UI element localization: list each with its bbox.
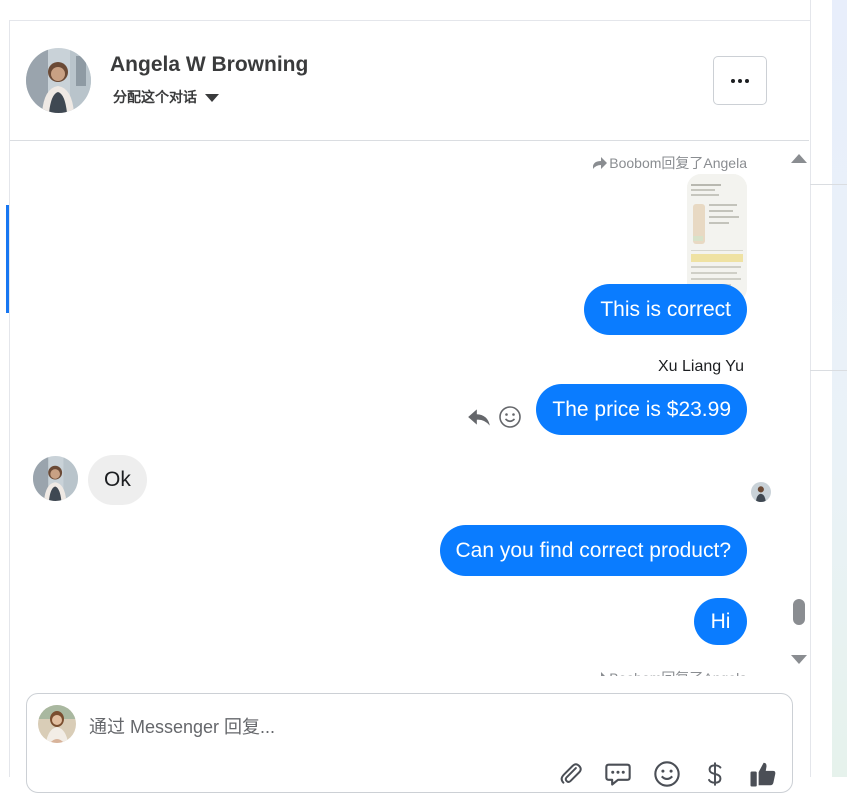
reply-icon[interactable] — [466, 404, 492, 430]
outgoing-message[interactable]: Hi — [694, 598, 747, 645]
assign-label: 分配这个对话 — [113, 89, 197, 105]
contact-avatar-small — [33, 456, 78, 501]
message-text: Ok — [104, 468, 131, 491]
thumbs-up-icon — [750, 762, 776, 787]
scrollbar-thumb[interactable] — [793, 599, 805, 625]
more-icon-dot — [738, 78, 742, 83]
reply-note: Boobom回复了Angela — [592, 153, 747, 173]
message-text: Hi — [710, 609, 731, 633]
reply-note-text: Boobom回复了Angela — [609, 155, 747, 171]
paperclip-icon — [560, 763, 582, 784]
outgoing-message[interactable]: This is correct — [584, 284, 747, 335]
payment-button[interactable] — [699, 758, 731, 790]
contact-avatar[interactable] — [26, 48, 91, 113]
contact-name: Angela W Browning — [110, 53, 309, 76]
right-panel-divider — [810, 184, 847, 185]
scroll-up-arrow[interactable] — [791, 154, 807, 163]
like-button[interactable] — [747, 758, 779, 790]
message-text: This is correct — [600, 297, 731, 321]
right-panel — [810, 0, 847, 777]
outgoing-message[interactable]: Can you find correct product? — [439, 525, 747, 576]
reply-note-text: Boobom回复了Angela — [609, 668, 747, 676]
emoji-icon — [654, 761, 680, 787]
user-avatar — [38, 705, 76, 743]
sender-name: Xu Liang Yu — [657, 358, 744, 375]
message-actions — [466, 404, 522, 430]
right-panel-divider — [810, 370, 847, 371]
reply-arrow-icon — [601, 672, 606, 676]
reply-note: Boobom回复了Angela — [592, 668, 747, 676]
reply-arrow-icon — [593, 157, 608, 169]
emoji-button[interactable] — [651, 758, 683, 790]
message-text: The price is $23.99 — [552, 397, 731, 421]
message-thread[interactable]: Boobom回复了Angela This is correct Xu Liang… — [10, 141, 785, 676]
more-icon — [731, 78, 735, 83]
outgoing-message[interactable]: The price is $23.99 — [536, 384, 747, 435]
reply-composer — [26, 693, 793, 793]
reply-input[interactable] — [87, 708, 731, 746]
left-divider — [0, 20, 10, 777]
active-conversation-indicator — [6, 205, 9, 313]
image-attachment[interactable] — [687, 174, 747, 302]
saved-replies-button[interactable] — [602, 758, 634, 790]
emoji-icon[interactable] — [498, 405, 522, 429]
assign-conversation-dropdown[interactable]: 分配这个对话 — [113, 87, 219, 107]
incoming-message[interactable]: Ok — [88, 455, 147, 505]
more-options-button[interactable] — [713, 56, 767, 105]
conversation-header: Angela W Browning 分配这个对话 — [10, 21, 809, 141]
seen-indicator-avatar — [751, 482, 771, 502]
saved-replies-icon — [605, 763, 631, 786]
right-panel-strip — [810, 0, 832, 777]
top-bar — [0, 0, 810, 21]
caret-down-icon — [205, 93, 219, 102]
message-text: Can you find correct product? — [455, 538, 731, 562]
more-icon-dot — [745, 78, 749, 83]
attach-button[interactable] — [555, 758, 587, 790]
scroll-down-arrow[interactable] — [791, 655, 807, 664]
dollar-icon — [708, 762, 722, 786]
